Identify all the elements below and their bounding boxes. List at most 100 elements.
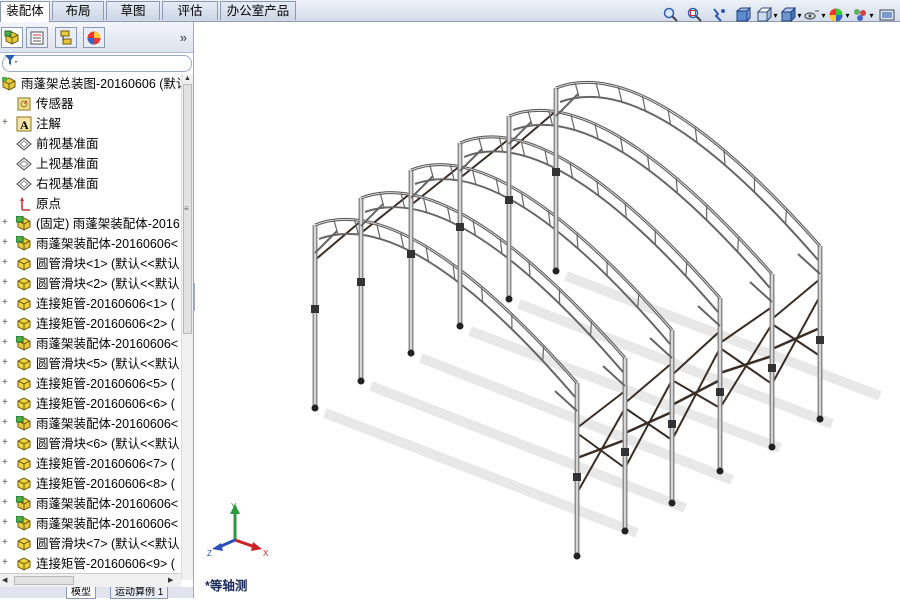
caster-wheel xyxy=(574,553,581,560)
tab-sketch[interactable]: 草图 xyxy=(106,1,160,20)
propertymanager-icon xyxy=(29,30,45,46)
tree-item[interactable]: + 连接矩管-20160606<8> ( xyxy=(0,474,181,494)
tree-item[interactable]: +圆管滑块<7> (默认<<默认 xyxy=(0,534,181,554)
tree-item[interactable]: +圆管滑块<5> (默认<<默认 xyxy=(0,354,181,374)
part-icon xyxy=(16,556,32,572)
filter-icon[interactable] xyxy=(4,54,18,69)
expand-toggle-icon[interactable]: + xyxy=(2,519,10,527)
part-icon xyxy=(16,456,32,472)
column-sleeve xyxy=(621,448,629,456)
configurationmanager-icon xyxy=(58,30,74,46)
part-icon xyxy=(16,316,32,332)
caster-wheel xyxy=(553,268,560,275)
expand-toggle-icon[interactable]: + xyxy=(2,559,10,567)
part-icon xyxy=(16,476,32,492)
tree-item[interactable]: +雨蓬架装配体-20160606< xyxy=(0,234,181,254)
triad-x-label: X xyxy=(263,549,269,558)
side-brace xyxy=(315,221,361,260)
display-manager-tab[interactable] xyxy=(83,27,105,48)
subassembly-icon xyxy=(16,516,32,532)
collapse-panel-button[interactable]: » xyxy=(180,30,187,45)
tree-item-label: 连接矩管-20160606<7> ( xyxy=(36,457,175,471)
truss-web xyxy=(686,262,687,276)
tree-item[interactable]: + 雨蓬架装配体-20160606< xyxy=(0,334,181,354)
expand-toggle-icon[interactable]: + xyxy=(2,339,10,347)
expand-toggle-icon[interactable]: + xyxy=(2,499,10,507)
expand-toggle-icon[interactable]: + xyxy=(2,299,10,307)
expand-toggle-icon[interactable]: + xyxy=(2,479,10,487)
expand-toggle-icon[interactable]: + xyxy=(2,319,10,327)
arch-top-chord-highlight xyxy=(556,82,820,246)
tree-item-label: 连接矩管-20160606<6> ( xyxy=(36,397,175,411)
tree-item[interactable]: + 雨蓬架装配体-20160606< xyxy=(0,514,181,534)
tree-item-label: 雨蓬架装配体-20160606< xyxy=(36,517,178,531)
tree-item[interactable]: +圆管滑块<2> (默认<<默认 xyxy=(0,274,181,294)
expand-toggle-icon[interactable]: + xyxy=(2,279,10,287)
filter-row xyxy=(0,53,193,73)
tab-layout[interactable]: 布局 xyxy=(52,1,104,20)
tree-item[interactable]: +圆管滑块<6> (默认<<默认 xyxy=(0,434,181,454)
scroll-up-icon[interactable]: ▲ xyxy=(184,75,191,82)
expand-toggle-icon[interactable]: + xyxy=(2,399,10,407)
reference-triad: Y X Z xyxy=(203,500,273,570)
expand-toggle-icon[interactable]: + xyxy=(2,379,10,387)
tree-item[interactable]: +连接矩管-20160606<1> ( xyxy=(0,294,181,314)
expand-toggle-icon[interactable]: + xyxy=(2,219,10,227)
assembly-icon xyxy=(1,76,17,92)
expand-toggle-icon[interactable]: + xyxy=(2,439,10,447)
tab-model[interactable]: 模型 xyxy=(66,587,96,599)
tree-item[interactable]: 原点 xyxy=(0,194,181,214)
caster-wheel xyxy=(817,416,824,423)
part-icon xyxy=(16,396,32,412)
tree-item[interactable]: 右视基准面 xyxy=(0,174,181,194)
expand-toggle-icon[interactable]: + xyxy=(2,539,10,547)
tree-item-label: 连接矩管-20160606<8> ( xyxy=(36,477,175,491)
caster-wheel xyxy=(358,378,365,385)
expand-toggle-icon[interactable]: + xyxy=(2,419,10,427)
tree-item[interactable]: + 雨蓬架装配体-20160606< xyxy=(0,414,181,434)
tree-item-label: 雨蓬架装配体-20160606< xyxy=(36,417,178,431)
tree-item[interactable]: +连接矩管-20160606<9> ( xyxy=(0,554,181,574)
tree-item[interactable]: +雨蓬架装配体-20160606< xyxy=(0,494,181,514)
tree-item[interactable]: 传感器 xyxy=(0,94,181,114)
plane-icon xyxy=(16,156,32,172)
tree-item[interactable]: 前视基准面 xyxy=(0,134,181,154)
configurationmanager-tab[interactable] xyxy=(55,27,77,48)
expand-toggle-icon[interactable]: + xyxy=(2,359,10,367)
column-sleeve xyxy=(311,305,319,313)
tree-item[interactable]: 上视基准面 xyxy=(0,154,181,174)
expand-toggle-icon[interactable]: + xyxy=(2,239,10,247)
tree-item[interactable]: +连接矩管-20160606<5> ( xyxy=(0,374,181,394)
scroll-left-icon[interactable]: ◀ xyxy=(2,576,7,584)
expand-toggle-icon[interactable]: + xyxy=(2,459,10,467)
expand-toggle-icon[interactable]: + xyxy=(2,119,10,127)
tree-horizontal-scrollbar[interactable]: ◀ ▶ xyxy=(0,573,181,587)
canopy-frame-model[interactable] xyxy=(195,22,900,598)
cross-brace xyxy=(625,408,672,440)
tree-item[interactable]: +A注解 xyxy=(0,114,181,134)
expand-toggle-icon[interactable]: + xyxy=(2,259,10,267)
panel-tabs: » xyxy=(0,22,193,53)
caster-wheel xyxy=(506,296,513,303)
tab-office-products[interactable]: 办公室产品 xyxy=(220,1,296,20)
graphics-area[interactable]: Y X Z xyxy=(195,22,900,598)
caster-wheel xyxy=(669,500,676,507)
tree-item[interactable]: +(固定) 雨蓬架装配体-2016 xyxy=(0,214,181,234)
tree-item[interactable]: +圆管滑块<1> (默认<<默认 xyxy=(0,254,181,274)
propertymanager-tab[interactable] xyxy=(26,27,48,48)
tree-item-label: 传感器 xyxy=(36,97,74,111)
tree-item-label: 雨蓬架装配体-20160606< xyxy=(36,337,178,351)
featuremanager-tab[interactable] xyxy=(1,27,23,48)
tab-assembly[interactable]: 装配体 xyxy=(0,1,50,22)
tree-vertical-scrollbar[interactable]: ▲ ≡ xyxy=(181,74,193,580)
horizontal-scroll-thumb[interactable] xyxy=(14,576,74,585)
tree-filter-input[interactable] xyxy=(2,55,192,72)
tree-item[interactable]: +连接矩管-20160606<2> ( xyxy=(0,314,181,334)
tree-item[interactable]: + 连接矩管-20160606<6> ( xyxy=(0,394,181,414)
tab-evaluate[interactable]: 评估 xyxy=(162,1,218,20)
tree-item[interactable]: + 连接矩管-20160606<7> ( xyxy=(0,454,181,474)
cross-brace xyxy=(772,324,820,356)
scroll-right-icon[interactable]: ▶ xyxy=(168,576,173,584)
tree-root-item[interactable]: 雨蓬架总装图-20160606 (默认 xyxy=(0,74,181,94)
tab-motion-study[interactable]: 运动算例 1 xyxy=(110,587,168,599)
